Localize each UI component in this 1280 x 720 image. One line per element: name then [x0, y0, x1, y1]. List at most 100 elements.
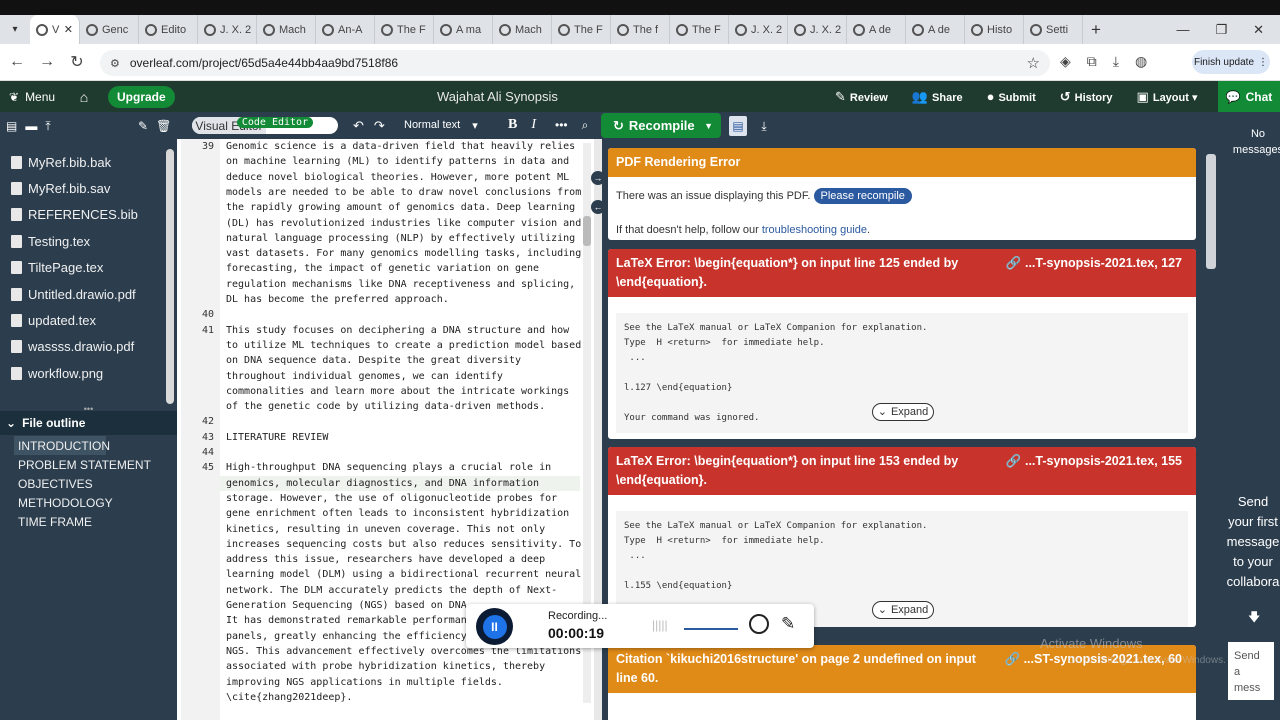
file-tree-scrollbar[interactable] — [166, 149, 174, 404]
file-item[interactable]: REFERENCES.bib — [0, 202, 170, 228]
code-line[interactable]: vast datasets. For many genomics modelli… — [226, 246, 581, 261]
error-location-link[interactable]: 🔗 ...T-synopsis-2021.tex, 155 — [1006, 452, 1182, 471]
share-button[interactable]: 👥 Share — [912, 89, 963, 105]
history-button[interactable]: ↺ History — [1060, 89, 1113, 105]
browser-tab[interactable]: Histo — [965, 15, 1024, 44]
search-icon[interactable]: ⌕ — [582, 118, 589, 133]
file-item[interactable]: MyRef.bib.sav — [0, 175, 170, 201]
browser-tab[interactable]: J. X. 2 — [198, 15, 257, 44]
pause-recording-button[interactable]: II — [476, 608, 513, 645]
code-line[interactable]: kinetics, resulting in uneven coverage. … — [226, 522, 545, 537]
browser-tab[interactable]: Mach — [493, 15, 552, 44]
italic-button[interactable]: I — [531, 117, 536, 133]
project-title[interactable]: Wajahat Ali Synopsis — [437, 89, 558, 104]
code-line[interactable]: Genomic science is a data-driven field t… — [226, 139, 575, 154]
browser-tab[interactable]: Edito — [139, 15, 198, 44]
file-item[interactable]: MyRef.bib.bak — [0, 149, 170, 175]
code-line[interactable]: storage. However, the use of oligonucleo… — [226, 491, 557, 506]
code-line[interactable]: regulation mechanisms like DNA receptive… — [226, 277, 575, 292]
code-line[interactable]: panels, greatly enhancing the efficiency — [226, 629, 467, 644]
more-icon[interactable]: ••• — [555, 118, 568, 133]
bold-button[interactable]: B — [508, 117, 517, 133]
code-line[interactable]: learning model (DLM) using a bidirection… — [226, 567, 581, 582]
site-info-icon[interactable]: ⚙ — [110, 57, 120, 70]
download-pdf-icon[interactable]: ⤓ — [755, 116, 773, 136]
forward-icon[interactable]: → — [32, 53, 62, 71]
minimize-icon[interactable]: — — [1176, 22, 1189, 38]
delete-icon[interactable]: 🗑 — [156, 119, 171, 133]
code-line[interactable]: of the genetic code by utilizing data-dr… — [226, 399, 545, 414]
webcam-icon[interactable] — [749, 614, 769, 634]
new-tab-button[interactable]: + — [1083, 20, 1109, 40]
home-icon[interactable]: ⌂ — [70, 89, 98, 105]
file-outline-header[interactable]: ⌄ File outline — [0, 411, 177, 435]
restore-icon[interactable]: ❐ — [1215, 22, 1227, 38]
undo-icon[interactable]: ↶ — [353, 118, 364, 134]
file-item[interactable]: Testing.tex — [0, 228, 170, 254]
outline-item[interactable]: PROBLEM STATEMENT — [0, 455, 177, 474]
close-tab-icon[interactable]: ✕ — [64, 23, 73, 36]
volume-slider[interactable] — [684, 628, 738, 630]
browser-tab[interactable]: Setti — [1024, 15, 1083, 44]
code-line[interactable]: This study focuses on deciphering a DNA … — [226, 323, 569, 338]
file-item[interactable]: Untitled.drawio.pdf — [0, 281, 170, 307]
chevron-down-icon[interactable]: ▼ — [704, 121, 713, 131]
browser-tab[interactable]: A de — [906, 15, 965, 44]
code-line[interactable]: on machine learning (ML) to identify pat… — [226, 154, 569, 169]
file-item[interactable]: wassss.drawio.pdf — [0, 334, 170, 360]
code-editor-button[interactable]: Code Editor — [237, 117, 313, 128]
code-line[interactable]: deduce novel biological theories. Howeve… — [226, 170, 569, 185]
code-line[interactable]: network. The DLM accurately predicts the… — [226, 583, 557, 598]
text-style-select[interactable]: Normal text ▾ — [404, 119, 478, 132]
puzzle-icon[interactable]: ⧉ — [1087, 53, 1097, 70]
outline-item[interactable]: INTRODUCTION — [14, 436, 110, 456]
code-line[interactable]: genomics, molecular diagnostics, and DNA… — [226, 476, 539, 491]
new-folder-icon[interactable]: ▬ — [25, 119, 37, 134]
browser-tab[interactable]: The f — [611, 15, 670, 44]
code-line[interactable]: associated with probe hybridization kine… — [226, 659, 545, 674]
editor-scroll-thumb[interactable] — [583, 216, 591, 246]
rename-icon[interactable]: ✎ — [138, 119, 148, 133]
code-line[interactable]: (DL) has revolutionized industries like … — [226, 216, 581, 231]
browser-tab[interactable]: An-A — [316, 15, 375, 44]
logs-scrollbar[interactable] — [1206, 154, 1216, 269]
code-line[interactable]: to utilize ML techniques to create a pre… — [226, 338, 581, 353]
code-line[interactable]: DL has become the preferred approach. — [226, 292, 449, 307]
troubleshooting-link[interactable]: troubleshooting guide — [762, 224, 867, 236]
outline-item[interactable]: OBJECTIVES — [0, 474, 177, 493]
browser-tab[interactable]: V ✕ — [30, 15, 80, 44]
code-line[interactable]: on DNA sequence data. Despite the great … — [226, 353, 521, 368]
redo-icon[interactable]: ↷ — [374, 118, 385, 134]
code-line[interactable]: address this issue, researchers have dev… — [226, 552, 545, 567]
reload-icon[interactable]: ↻ — [62, 52, 92, 72]
file-item[interactable]: workflow.png — [0, 360, 170, 386]
review-button[interactable]: ✎ Review — [835, 89, 888, 105]
file-item[interactable]: updated.tex — [0, 307, 170, 333]
code-line[interactable]: increases sequencing costs but also redu… — [226, 537, 581, 552]
recompile-button[interactable]: ↻ Recompile ▼ — [601, 113, 721, 138]
globe-icon[interactable]: ◍ — [1135, 53, 1147, 70]
code-line[interactable]: improving NGS applications in multiple f… — [226, 675, 503, 690]
tab-search-icon[interactable]: ▾ — [0, 15, 30, 44]
back-icon[interactable]: ← — [2, 53, 32, 71]
logs-icon[interactable]: ▤ — [729, 116, 747, 136]
pen-icon[interactable]: ✎ — [781, 614, 795, 634]
download-icon[interactable]: ⤓ — [1113, 53, 1119, 70]
code-line[interactable]: commonalities and learn more about the i… — [226, 384, 569, 399]
code-line[interactable]: gene enrichment often leads to inconsist… — [226, 506, 569, 521]
outline-item[interactable]: TIME FRAME — [0, 513, 177, 532]
error-location-link[interactable]: 🔗 ...T-synopsis-2021.tex, 127 — [1006, 254, 1182, 273]
browser-tab[interactable]: The F — [670, 15, 729, 44]
code-line[interactable]: LITERATURE REVIEW — [226, 430, 328, 445]
extension-icon[interactable]: ◈ — [1060, 53, 1071, 70]
expand-button[interactable]: ⌄ Expand — [872, 601, 934, 619]
upgrade-button[interactable]: Upgrade — [108, 85, 175, 108]
bookmark-star-icon[interactable]: ☆ — [1027, 54, 1040, 72]
browser-tab[interactable]: A ma — [434, 15, 493, 44]
url-field[interactable]: ⚙ overleaf.com/project/65d5a4e44bb4aa9bd… — [100, 50, 1050, 76]
upload-icon[interactable]: ⤒ — [45, 119, 50, 134]
chat-button[interactable]: 💬 Chat — [1218, 81, 1280, 112]
browser-tab[interactable]: J. X. 2 — [729, 15, 788, 44]
finish-update-button[interactable]: Finish update ⋮ — [1192, 50, 1270, 74]
code-line[interactable]: the rapidly growing amount of genomics d… — [226, 200, 575, 215]
